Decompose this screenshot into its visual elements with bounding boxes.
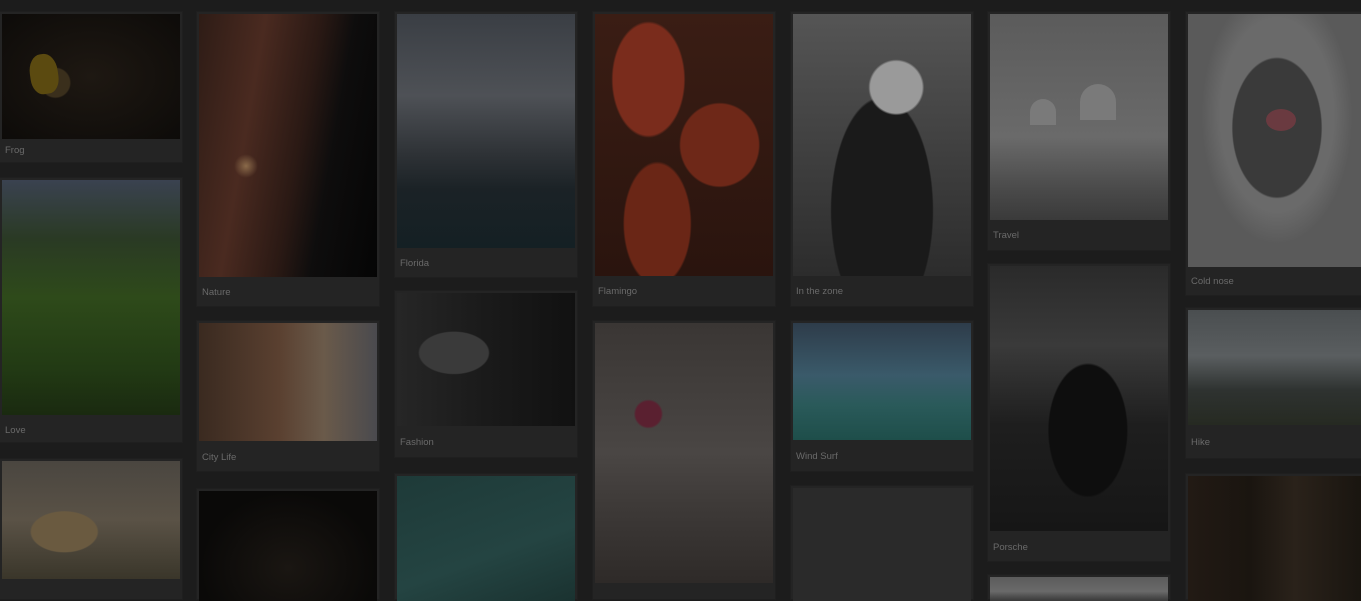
- photo-love[interactable]: [2, 180, 180, 415]
- gallery-card-blank[interactable]: [791, 486, 973, 601]
- gallery-card-love[interactable]: Love: [0, 178, 182, 442]
- caption-love: Love: [5, 425, 26, 436]
- gallery-card-dark[interactable]: [197, 489, 379, 601]
- photo-sunset[interactable]: [2, 461, 180, 579]
- caption-florida: Florida: [400, 258, 430, 269]
- gallery-card-cold-nose[interactable]: Cold nose: [1186, 12, 1361, 295]
- gallery-card-travel[interactable]: Travel: [988, 12, 1170, 250]
- photo-forest[interactable]: [1188, 476, 1361, 601]
- caption-travel: Travel: [993, 230, 1020, 241]
- gallery-card-fashion[interactable]: Fashion: [395, 291, 577, 457]
- photo-city-life[interactable]: [199, 323, 377, 441]
- gallery-card-city-life[interactable]: City Life: [197, 321, 379, 471]
- gallery-card-nature[interactable]: Nature: [197, 12, 379, 306]
- gallery-card-forest[interactable]: [1186, 474, 1361, 601]
- gallery-card-bottom-6[interactable]: [988, 575, 1170, 601]
- gallery-card-sunset[interactable]: [0, 459, 182, 599]
- gallery-card-sea[interactable]: [395, 474, 577, 601]
- caption-frog: Frog: [5, 145, 25, 156]
- gallery-card-flamingo[interactable]: Flamingo: [593, 12, 775, 306]
- photo-sea[interactable]: [397, 476, 575, 601]
- photo-in-the-zone[interactable]: [793, 14, 971, 276]
- gallery-card-in-the-zone[interactable]: In the zone: [791, 12, 973, 306]
- photo-wind-surf[interactable]: [793, 323, 971, 440]
- gallery-card-florida[interactable]: Florida: [395, 12, 577, 277]
- gallery-card-porsche[interactable]: Porsche: [988, 264, 1170, 561]
- photo-fashion[interactable]: [397, 293, 575, 426]
- photo-travel[interactable]: [990, 14, 1168, 220]
- caption-porsche: Porsche: [993, 542, 1028, 553]
- caption-fashion: Fashion: [400, 437, 434, 448]
- caption-flamingo: Flamingo: [598, 286, 638, 297]
- photo-cold-nose[interactable]: [1188, 14, 1361, 267]
- caption-in-the-zone: In the zone: [796, 286, 844, 297]
- photo-bottom-6[interactable]: [990, 577, 1168, 601]
- photo-blank[interactable]: [793, 488, 971, 601]
- photo-porsche[interactable]: [990, 266, 1168, 531]
- photo-dark[interactable]: [199, 491, 377, 601]
- caption-nature: Nature: [202, 287, 231, 298]
- gallery-card-hike[interactable]: Hike: [1186, 308, 1361, 458]
- gallery-card-frog[interactable]: Frog: [0, 12, 182, 162]
- photo-hike[interactable]: [1188, 310, 1361, 425]
- caption-city-life: City Life: [202, 452, 237, 463]
- photo-florida[interactable]: [397, 14, 575, 248]
- photo-flamingo[interactable]: [595, 14, 773, 276]
- photo-jump[interactable]: [595, 323, 773, 583]
- photo-nature[interactable]: [199, 14, 377, 277]
- gallery-card-jump[interactable]: [593, 321, 775, 599]
- gallery-card-wind-surf[interactable]: Wind Surf: [791, 321, 973, 471]
- caption-wind-surf: Wind Surf: [796, 451, 838, 462]
- caption-hike: Hike: [1191, 437, 1211, 448]
- photo-frog[interactable]: [2, 14, 180, 139]
- caption-cold-nose: Cold nose: [1191, 276, 1234, 287]
